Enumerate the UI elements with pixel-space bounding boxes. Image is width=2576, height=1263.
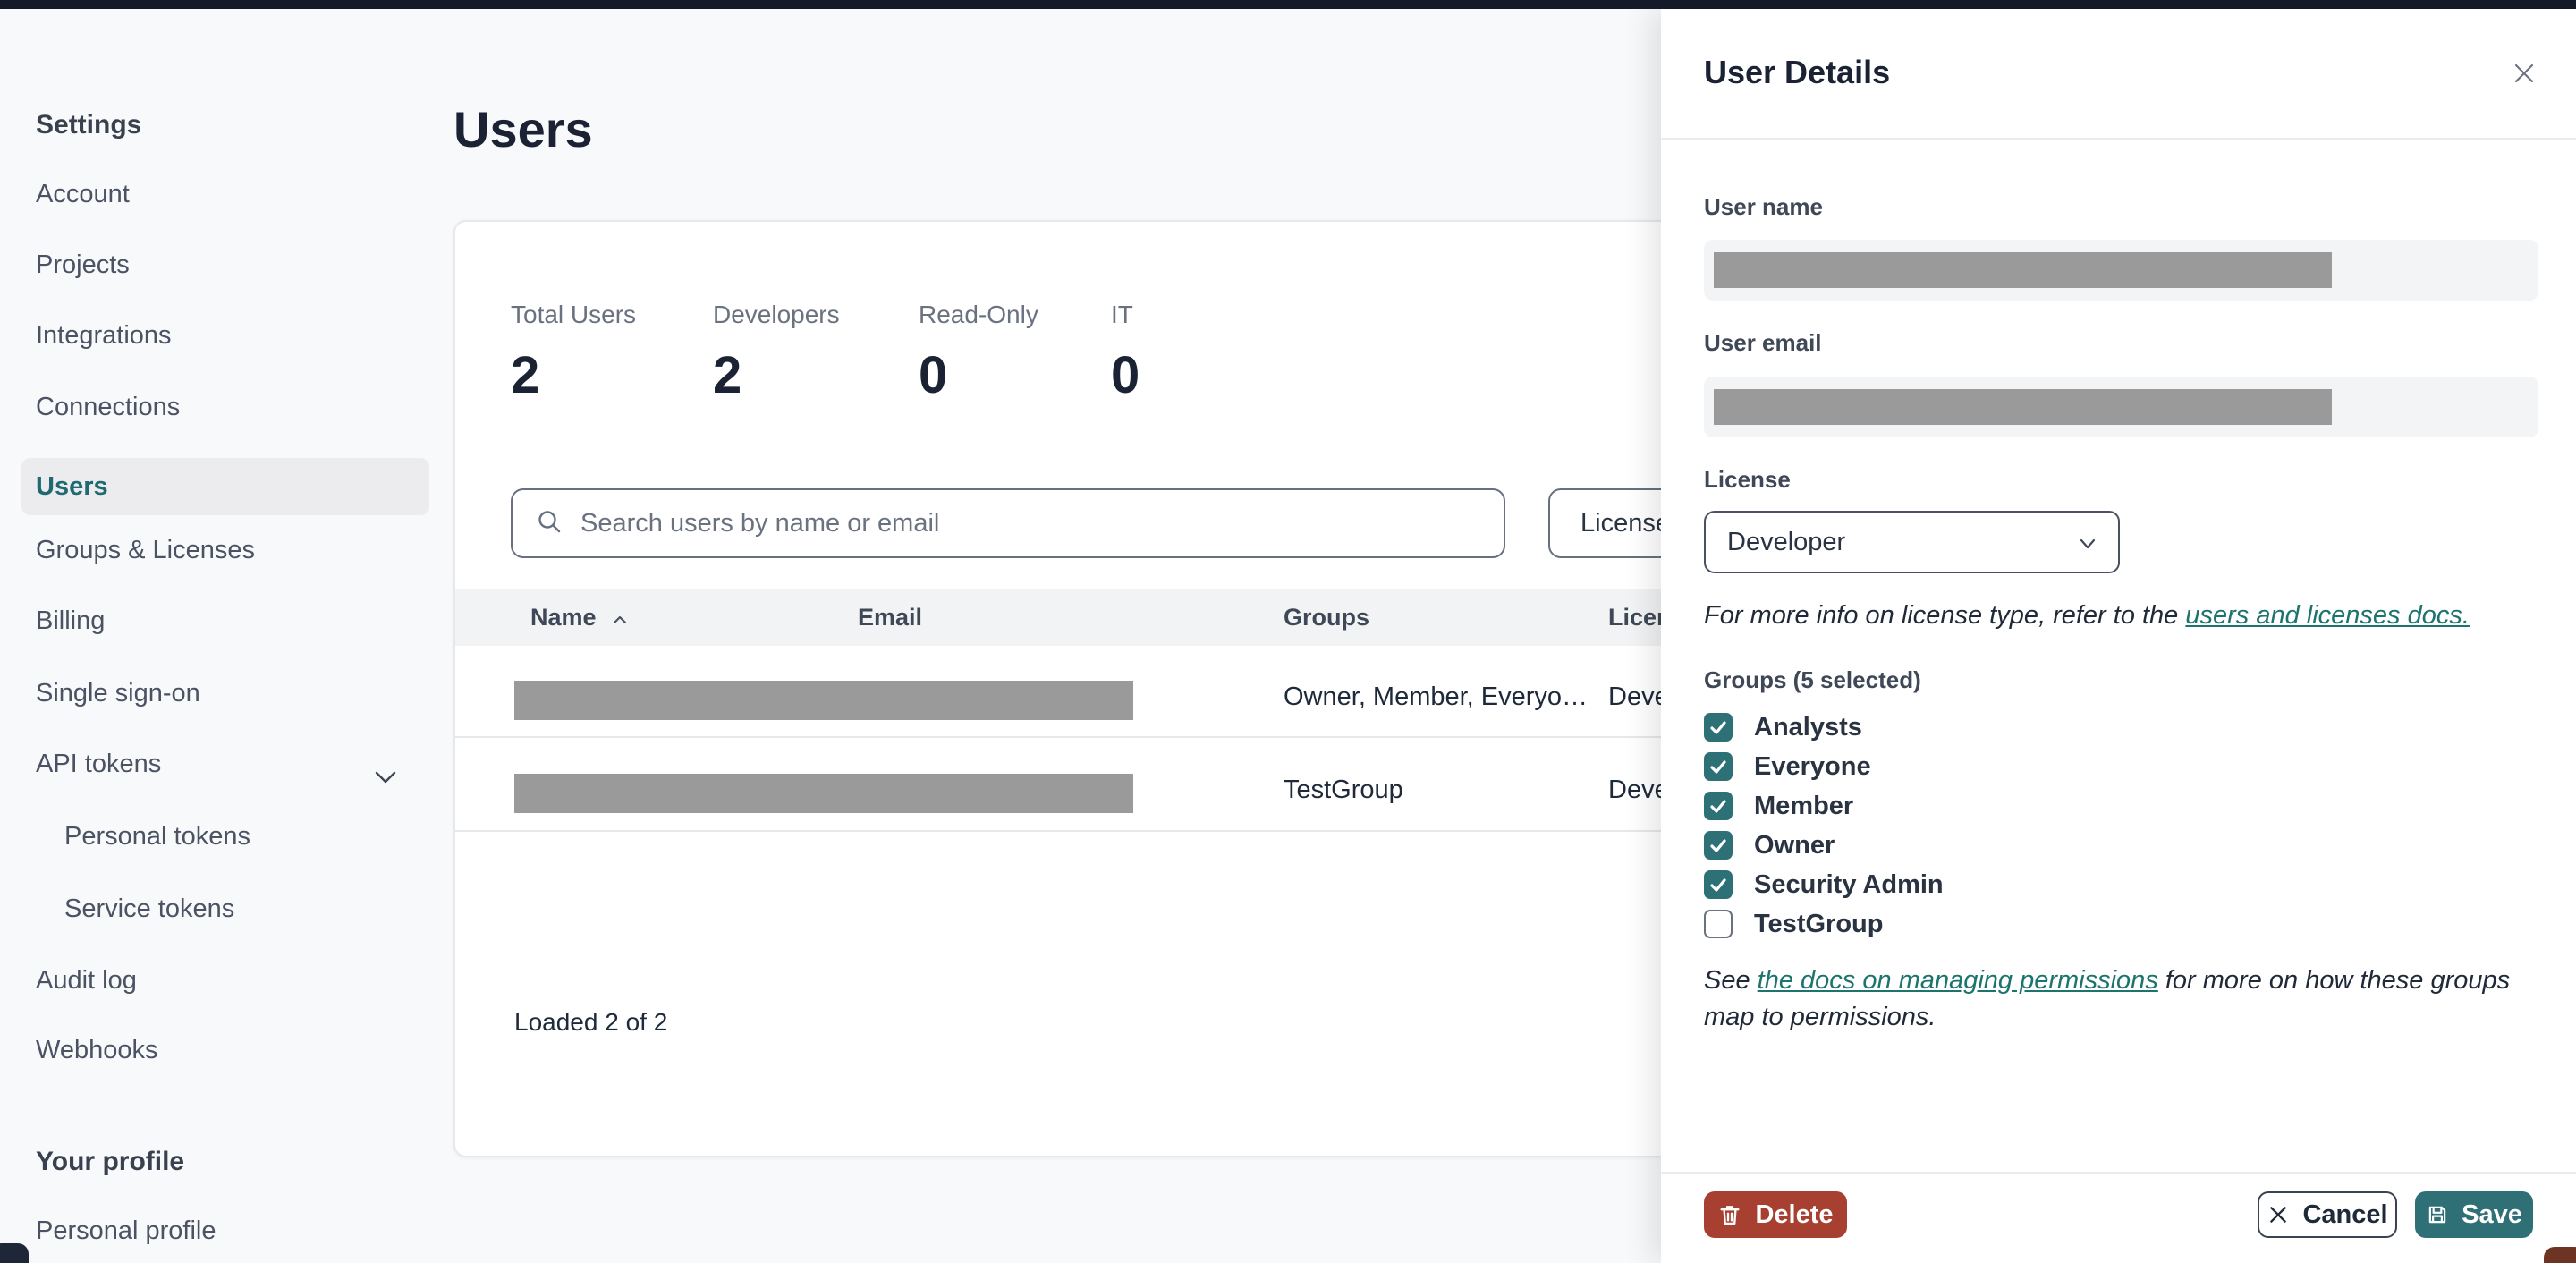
stat-label: IT: [1111, 301, 1133, 328]
chevron-down-icon: [374, 758, 397, 797]
group-row-owner: Owner: [1704, 826, 1835, 865]
managing-permissions-docs-link[interactable]: the docs on managing permissions: [1758, 966, 2158, 995]
checkbox-analysts[interactable]: [1704, 713, 1733, 742]
user-email-label: User email: [1704, 329, 1822, 356]
sidebar-item-label: Users: [36, 472, 108, 501]
settings-sidebar: Settings Account Projects Integrations C…: [0, 9, 438, 1263]
sort-ascending-icon: [613, 615, 627, 624]
column-header-email[interactable]: Email: [858, 589, 922, 646]
stat-label: Total Users: [511, 301, 637, 328]
save-icon: [2428, 1206, 2446, 1224]
groups-heading: Groups (5 selected): [1704, 666, 1921, 693]
sidebar-item-users[interactable]: Users: [21, 458, 429, 515]
bottom-right-widget-peek: [2544, 1247, 2576, 1263]
cell-groups: TestGroup: [1284, 776, 1403, 804]
sidebar-item-projects[interactable]: Projects: [21, 245, 429, 284]
permissions-note: See the docs on managing permissions for…: [1704, 966, 2511, 1031]
license-note: For more info on license type, refer to …: [1704, 601, 2470, 630]
checkbox-testgroup[interactable]: [1704, 910, 1733, 938]
redacted-user-email: [1714, 389, 2332, 425]
column-header-name[interactable]: Name: [530, 589, 628, 646]
license-select[interactable]: Developer: [1704, 511, 2120, 573]
stat-label: Developers: [713, 301, 840, 328]
sidebar-item-groups-licenses[interactable]: Groups & Licenses: [21, 530, 429, 570]
group-row-testgroup: TestGroup: [1704, 904, 1883, 944]
user-details-drawer: User Details User name User email Licens…: [1661, 9, 2576, 1263]
drawer-header-divider: [1661, 138, 2576, 140]
chevron-down-icon: [2079, 528, 2097, 557]
group-row-member: Member: [1704, 786, 1853, 826]
checkbox-everyone[interactable]: [1704, 752, 1733, 781]
users-licenses-docs-link[interactable]: users and licenses docs.: [2185, 601, 2470, 630]
stat-read-only: Read-Only 0: [919, 301, 1038, 405]
sidebar-item-webhooks[interactable]: Webhooks: [21, 1030, 429, 1070]
group-label: Security Admin: [1754, 869, 1944, 899]
stat-value: 2: [713, 346, 742, 404]
license-label: License: [1704, 466, 1791, 493]
app-top-bar: [0, 0, 2576, 9]
page-title: Users: [453, 101, 593, 157]
sidebar-item-connections[interactable]: Connections: [21, 387, 429, 427]
group-label: Member: [1754, 791, 1854, 820]
stat-value: 0: [1111, 346, 1140, 404]
group-row-everyone: Everyone: [1704, 747, 1871, 786]
sidebar-item-account[interactable]: Account: [21, 174, 429, 214]
save-button[interactable]: Save: [2415, 1191, 2533, 1238]
group-label: Owner: [1754, 830, 1835, 860]
group-row-security-admin: Security Admin: [1704, 865, 1944, 904]
search-icon: [536, 508, 563, 539]
delete-button[interactable]: Delete: [1704, 1191, 1847, 1238]
stat-value: 0: [919, 346, 948, 404]
drawer-footer-divider: [1661, 1172, 2576, 1174]
group-label: Everyone: [1754, 751, 1871, 781]
sidebar-item-personal-profile[interactable]: Personal profile: [21, 1211, 429, 1250]
app-screen: Settings Account Projects Integrations C…: [0, 0, 2576, 1263]
loaded-count-text: Loaded 2 of 2: [514, 1008, 668, 1036]
user-search-box: [511, 488, 1505, 558]
sidebar-item-personal-tokens[interactable]: Personal tokens: [21, 817, 458, 856]
cell-groups: Owner, Member, Everyo…: [1284, 682, 1589, 711]
sidebar-item-api-tokens[interactable]: API tokens: [21, 744, 429, 784]
group-row-analysts: Analysts: [1704, 708, 1862, 747]
sidebar-item-single-sign-on[interactable]: Single sign-on: [21, 674, 429, 713]
x-icon: [2270, 1207, 2287, 1223]
search-input[interactable]: [579, 507, 1387, 539]
trash-icon: [1720, 1206, 1740, 1225]
sidebar-item-service-tokens[interactable]: Service tokens: [21, 889, 458, 928]
stat-value: 2: [511, 346, 540, 404]
sidebar-item-integrations[interactable]: Integrations: [21, 316, 429, 355]
sidebar-item-audit-log[interactable]: Audit log: [21, 961, 429, 1000]
stat-it: IT 0: [1111, 301, 1140, 405]
drawer-title: User Details: [1704, 54, 1891, 90]
license-select-value: Developer: [1727, 527, 1846, 556]
stat-label: Read-Only: [919, 301, 1038, 328]
close-icon[interactable]: [2503, 52, 2546, 95]
user-name-label: User name: [1704, 193, 1823, 220]
group-label: TestGroup: [1754, 909, 1884, 938]
redacted-user-name: [1714, 252, 2332, 288]
bottom-left-widget-peek: [0, 1243, 29, 1263]
stat-developers: Developers 2: [713, 301, 840, 405]
your-profile-heading: Your profile: [36, 1147, 185, 1176]
redacted-name-email: [514, 681, 1133, 720]
user-name-field[interactable]: [1704, 240, 2538, 301]
stat-total-users: Total Users 2: [511, 301, 636, 405]
cancel-button[interactable]: Cancel: [2258, 1191, 2397, 1238]
redacted-name-email: [514, 774, 1133, 813]
checkbox-member[interactable]: [1704, 792, 1733, 820]
checkbox-owner[interactable]: [1704, 831, 1733, 860]
column-header-groups[interactable]: Groups: [1284, 589, 1369, 646]
user-email-field[interactable]: [1704, 377, 2538, 437]
sidebar-item-billing[interactable]: Billing: [21, 601, 429, 640]
settings-heading: Settings: [36, 110, 142, 140]
sidebar-item-label: API tokens: [36, 750, 162, 778]
checkbox-security-admin[interactable]: [1704, 870, 1733, 899]
group-label: Analysts: [1754, 712, 1862, 742]
